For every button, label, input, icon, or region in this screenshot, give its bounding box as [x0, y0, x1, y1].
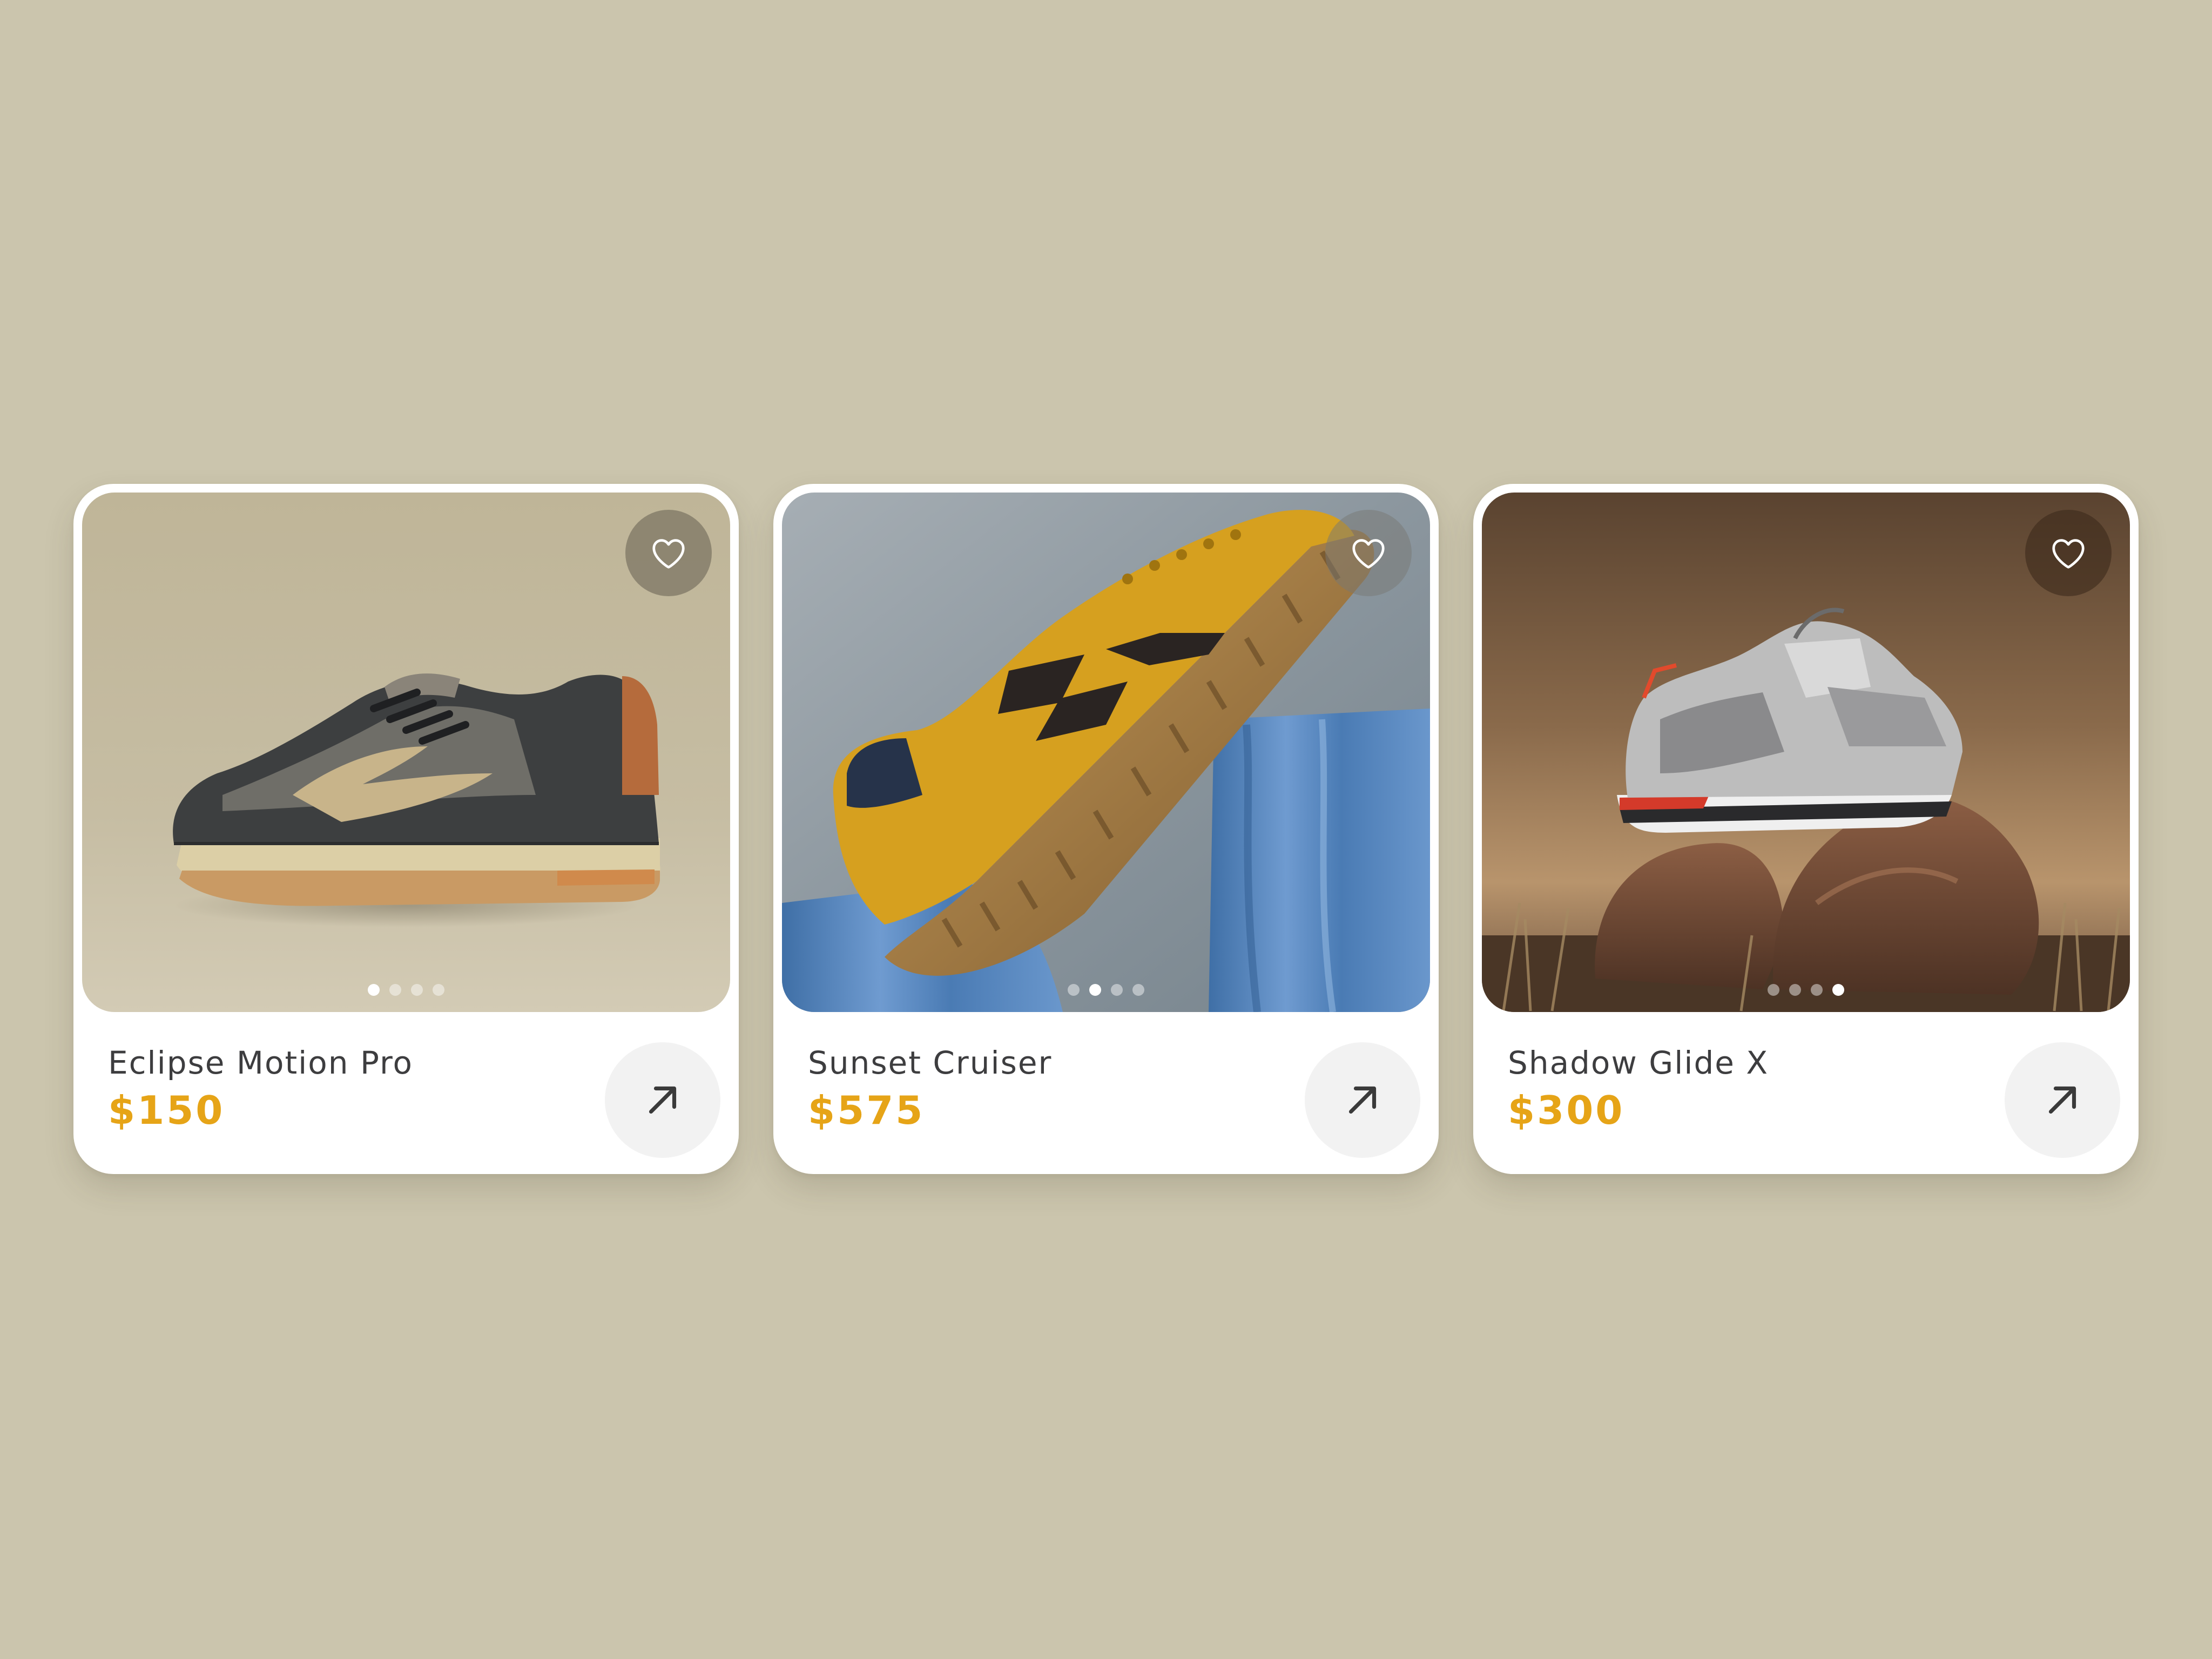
carousel-dot[interactable] — [411, 984, 423, 996]
heart-icon — [1352, 539, 1385, 569]
carousel-dot[interactable] — [1811, 984, 1823, 996]
open-product-button[interactable] — [2005, 1042, 2120, 1158]
carousel-dot[interactable] — [1132, 984, 1144, 996]
product-name: Sunset Cruiser — [808, 1044, 1053, 1081]
carousel-dot[interactable] — [1789, 984, 1801, 996]
product-card[interactable]: Sunset Cruiser $575 — [773, 484, 1439, 1174]
arrow-up-right-icon — [1348, 1086, 1377, 1114]
product-card[interactable]: Eclipse Motion Pro $150 — [73, 484, 739, 1174]
open-product-button[interactable] — [605, 1042, 720, 1158]
product-name: Shadow Glide X — [1508, 1044, 1769, 1081]
carousel-dot-active[interactable] — [368, 984, 380, 996]
product-image[interactable] — [782, 493, 1430, 1012]
carousel-dot[interactable] — [1068, 984, 1080, 996]
carousel-indicator — [82, 984, 730, 996]
product-name: Eclipse Motion Pro — [108, 1044, 413, 1081]
product-price: $300 — [1508, 1088, 1625, 1133]
arrow-up-right-icon — [649, 1086, 677, 1114]
product-price: $150 — [108, 1088, 225, 1133]
product-price: $575 — [808, 1088, 925, 1133]
carousel-indicator — [782, 984, 1430, 996]
product-image[interactable] — [1482, 493, 2130, 1012]
heart-icon — [2052, 539, 2085, 569]
carousel-dot[interactable] — [1111, 984, 1123, 996]
carousel-dot-active[interactable] — [1832, 984, 1844, 996]
carousel-dot[interactable] — [389, 984, 401, 996]
favorite-button[interactable] — [1325, 510, 1412, 596]
arrow-up-right-icon — [2048, 1086, 2076, 1114]
open-product-button[interactable] — [1305, 1042, 1420, 1158]
product-image[interactable] — [82, 493, 730, 1012]
carousel-dot[interactable] — [1768, 984, 1779, 996]
product-card-row: Eclipse Motion Pro $150 Sunset Cruiser $… — [73, 484, 2139, 1174]
carousel-dot[interactable] — [433, 984, 444, 996]
heart-icon — [652, 539, 685, 569]
carousel-indicator — [1482, 984, 2130, 996]
carousel-dot-active[interactable] — [1089, 984, 1101, 996]
favorite-button[interactable] — [625, 510, 712, 596]
favorite-button[interactable] — [2025, 510, 2112, 596]
product-card[interactable]: Shadow Glide X $300 — [1473, 484, 2139, 1174]
